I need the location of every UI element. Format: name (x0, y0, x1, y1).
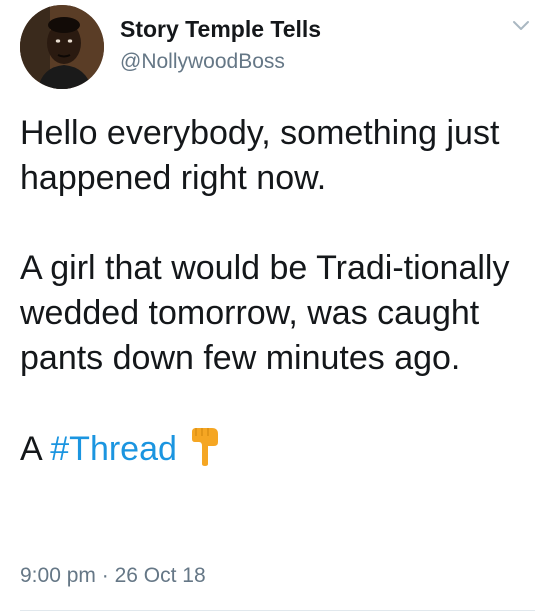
backhand-index-pointing-down-icon (190, 426, 222, 466)
tweet-paragraph-2: A girl that would be Tradi-tionally wedd… (20, 249, 510, 377)
timestamp[interactable]: 9:00 pm · 26 Oct 18 (20, 564, 206, 588)
author-handle[interactable]: @NollywoodBoss (120, 50, 285, 74)
thread-line: A #Thread (20, 426, 535, 472)
chevron-down-icon[interactable] (509, 13, 533, 37)
tweet-date: 26 Oct 18 (114, 564, 206, 587)
profile-photo-icon (20, 5, 104, 89)
divider (20, 610, 535, 611)
avatar[interactable] (20, 5, 104, 89)
tweet-time: 9:00 pm (20, 564, 96, 587)
tweet-card: Story Temple Tells @NollywoodBoss Hello … (0, 0, 550, 616)
meta-separator: · (101, 564, 109, 587)
tweet-paragraph-1: Hello everybody, something just happened… (20, 114, 500, 197)
hashtag-link[interactable]: #Thread (50, 430, 177, 468)
tweet-text: Hello everybody, something just happened… (20, 111, 535, 472)
thread-prefix: A (20, 430, 41, 468)
author-name[interactable]: Story Temple Tells (120, 16, 321, 43)
